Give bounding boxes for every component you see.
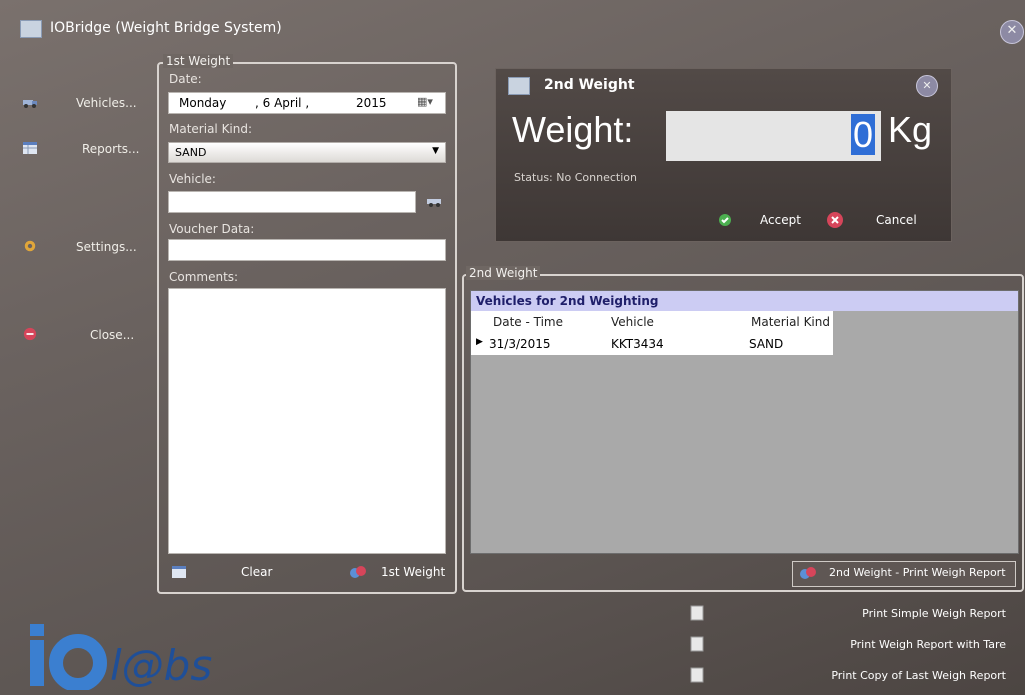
window-title: IOBridge (Weight Bridge System) bbox=[50, 20, 282, 36]
cancel-icon bbox=[827, 212, 843, 228]
print-report-with-tare-label: Print Weigh Report with Tare bbox=[850, 638, 1006, 651]
clear-button[interactable]: Clear bbox=[171, 564, 281, 584]
row-material: SAND bbox=[749, 337, 784, 351]
truck-icon bbox=[23, 100, 37, 108]
row-vehicle: KKT3434 bbox=[611, 337, 664, 351]
col-material-kind[interactable]: Material Kind bbox=[751, 315, 830, 329]
table-row[interactable]: ▶ 31/3/2015 KKT3434 SAND bbox=[471, 333, 833, 355]
weight-unit: Kg bbox=[888, 109, 933, 150]
first-weight-group: 1st Weight Date: Monday , 6 April , 2015… bbox=[157, 54, 457, 594]
print-simple-report-label: Print Simple Weigh Report bbox=[862, 607, 1006, 620]
second-weight-legend: 2nd Weight bbox=[466, 266, 541, 280]
row-date: 31/3/2015 bbox=[489, 337, 551, 351]
calendar-icon[interactable]: ▦▾ bbox=[417, 95, 433, 108]
weight-value: 0 bbox=[850, 114, 875, 155]
document-icon bbox=[690, 667, 704, 683]
col-vehicle[interactable]: Vehicle bbox=[611, 315, 654, 329]
vehicles-grid: Vehicles for 2nd Weighting Date - Time V… bbox=[470, 290, 1019, 554]
document-icon bbox=[690, 605, 704, 621]
svg-text:l@bs: l@bs bbox=[110, 641, 212, 690]
first-weight-button[interactable]: 1st Weight bbox=[349, 564, 449, 584]
first-weight-legend: 1st Weight bbox=[163, 54, 234, 68]
check-icon bbox=[719, 214, 731, 226]
iolabs-logo: l@bs bbox=[28, 618, 228, 692]
comments-label: Comments: bbox=[169, 270, 239, 284]
date-year: 2015 bbox=[356, 96, 387, 110]
app-icon bbox=[20, 20, 42, 38]
material-label: Material Kind: bbox=[169, 122, 253, 136]
date-day: Monday bbox=[179, 96, 227, 110]
date-day-month: , 6 April , bbox=[255, 96, 310, 110]
chevron-down-icon: ▼ bbox=[432, 146, 439, 156]
sidebar-item-reports[interactable]: Reports... bbox=[12, 138, 142, 162]
first-weight-label: 1st Weight bbox=[381, 565, 446, 579]
connection-status: Status: No Connection bbox=[514, 171, 637, 184]
grid-header-row: Date - Time Vehicle Material Kind bbox=[471, 311, 833, 333]
sidebar-item-settings[interactable]: Settings... bbox=[12, 236, 142, 260]
weight-label: Weight: bbox=[512, 109, 634, 150]
accept-button[interactable]: Accept bbox=[718, 211, 808, 231]
print-copy-last-report-label: Print Copy of Last Weigh Report bbox=[831, 669, 1006, 682]
scale-icon bbox=[350, 566, 366, 578]
vehicle-search-icon[interactable] bbox=[425, 194, 445, 208]
close-circle-icon bbox=[23, 327, 37, 341]
clear-icon bbox=[172, 566, 186, 578]
date-label: Date: bbox=[169, 72, 202, 86]
dialog-app-icon bbox=[508, 77, 530, 95]
clear-label: Clear bbox=[241, 565, 273, 579]
print-report-with-tare-link[interactable]: Print Weigh Report with Tare bbox=[690, 636, 1010, 658]
accept-label: Accept bbox=[760, 213, 801, 227]
title-bar: IOBridge (Weight Bridge System) ✕ bbox=[0, 8, 1025, 48]
second-weight-dialog: 2nd Weight ✕ Weight: 0 Kg Status: No Con… bbox=[495, 68, 952, 242]
document-icon bbox=[690, 636, 704, 652]
sidebar-item-label: Settings... bbox=[76, 240, 137, 254]
print-copy-last-report-link[interactable]: Print Copy of Last Weigh Report bbox=[690, 667, 1010, 689]
scale-icon bbox=[800, 567, 816, 579]
window-close-icon[interactable]: ✕ bbox=[1000, 20, 1024, 44]
col-date-time[interactable]: Date - Time bbox=[493, 315, 563, 329]
cancel-label: Cancel bbox=[876, 213, 917, 227]
sidebar-item-label: Close... bbox=[90, 328, 135, 342]
grid-title: Vehicles for 2nd Weighting bbox=[471, 291, 1018, 311]
table-icon bbox=[23, 142, 37, 154]
weight-input[interactable]: 0 bbox=[666, 111, 881, 161]
voucher-input[interactable] bbox=[168, 239, 446, 261]
sidebar-item-vehicles[interactable]: Vehicles... bbox=[12, 92, 142, 116]
logo-graphic: l@bs bbox=[30, 624, 212, 692]
date-picker[interactable]: Monday , 6 April , 2015 ▦▾ bbox=[168, 92, 446, 114]
comments-textarea[interactable] bbox=[168, 288, 446, 554]
material-select[interactable]: SAND ▼ bbox=[168, 142, 446, 163]
vehicle-label: Vehicle: bbox=[169, 172, 216, 186]
sidebar-item-close[interactable]: Close... bbox=[12, 324, 142, 348]
sidebar-item-label: Reports... bbox=[82, 142, 140, 156]
dialog-close-icon[interactable]: ✕ bbox=[916, 75, 938, 97]
row-indicator-icon: ▶ bbox=[476, 337, 483, 347]
cancel-button[interactable]: Cancel bbox=[826, 211, 936, 231]
sidebar-item-label: Vehicles... bbox=[76, 96, 137, 110]
print-weigh-report-button[interactable]: 2nd Weight - Print Weigh Report bbox=[792, 561, 1016, 587]
vehicle-input[interactable] bbox=[168, 191, 416, 213]
voucher-label: Voucher Data: bbox=[169, 222, 255, 236]
material-selected: SAND bbox=[175, 146, 207, 159]
gear-icon bbox=[24, 240, 36, 252]
print-simple-report-link[interactable]: Print Simple Weigh Report bbox=[690, 605, 1010, 627]
dialog-title: 2nd Weight bbox=[544, 77, 635, 93]
print-weigh-report-label: 2nd Weight - Print Weigh Report bbox=[829, 566, 1006, 579]
